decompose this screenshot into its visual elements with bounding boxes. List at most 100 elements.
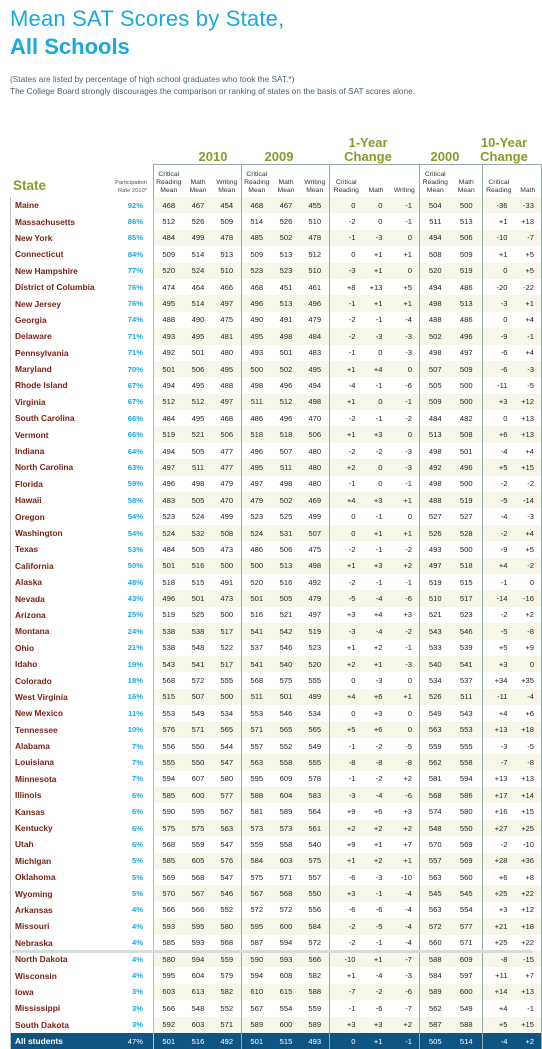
participation-rate: 25%	[101, 606, 154, 624]
state-name: Utah	[10, 836, 102, 853]
math-1yr-change: +1	[362, 655, 390, 673]
writing-1yr-change: -8	[389, 754, 420, 771]
cr-2000: 492	[419, 459, 451, 476]
math-2000: 586	[450, 787, 483, 804]
writing-2009: 523	[308, 643, 322, 653]
math-2009: 491	[279, 315, 293, 325]
participation-rate: 66%	[101, 410, 154, 427]
cr-2000: 570	[419, 836, 451, 853]
cr-2009: 516	[241, 606, 272, 624]
writing-1yr-change: 0	[407, 512, 412, 522]
writing-2009: 561	[300, 819, 330, 837]
cr-2000: 498	[419, 344, 451, 361]
cr-2010: 524	[153, 524, 184, 542]
cr-1yr-change: 0	[329, 197, 363, 214]
participation-rate: 7%	[101, 754, 154, 771]
math-2000: 571	[459, 938, 473, 948]
cr-2010: 484	[153, 410, 184, 427]
cr-2010: 593	[153, 918, 184, 935]
table-row: Utah 6% 568 559 547 559 558 540 +9 +1 +7 570 569 -2 -1…	[10, 836, 542, 853]
math-2000: 500	[459, 479, 473, 489]
math-1yr-change: -1	[375, 577, 383, 587]
writing-2009: 564	[308, 807, 322, 817]
table-row: Arizona 25% 519 525 500 516 521 497 +3 +4 +3 521 523…	[10, 606, 542, 624]
table-row: Texas 53% 484 505 473 486 506 475 -2 -1 -2 493 500 -9…	[10, 541, 542, 558]
math-1yr-change: -1	[375, 512, 383, 522]
writing-1yr-change: -4	[389, 885, 420, 902]
writing-2009: 519	[300, 623, 330, 640]
state-name: Kansas	[10, 803, 102, 820]
cr-2000: 498	[419, 295, 451, 312]
math-2010: 505	[191, 544, 205, 554]
col-2009-math: Math Mean	[271, 164, 301, 197]
table-row: Pennsylvania 71% 492 501 480 493 501 483 -1 0 -3 49…	[10, 344, 542, 361]
cr-2000: 497	[419, 557, 451, 574]
cr-2010: 518	[153, 573, 184, 591]
state-name: Maine	[10, 197, 102, 214]
math-2009: 515	[271, 1032, 301, 1049]
math-2000: 543	[459, 708, 473, 718]
math-2010: 505	[191, 446, 205, 456]
cr-2009: 500	[241, 360, 272, 378]
writing-2009: 499	[308, 512, 322, 522]
math-2010: 571	[183, 721, 213, 738]
state-name: Oklahoma	[10, 869, 102, 886]
math-10yr-change: +15	[514, 1016, 542, 1033]
writing-2009: 512	[308, 249, 322, 259]
table-row: Kansas 6% 590 595 567 581 589 564 +9 +6 +3 574 580 +1…	[10, 803, 542, 820]
writing-1yr-change: 0	[407, 708, 412, 718]
math-10yr-change: +4	[514, 311, 542, 329]
cr-1yr-change: +1	[329, 639, 363, 656]
cr-2009: 485	[241, 229, 272, 247]
writing-1yr-change: +3	[403, 807, 412, 817]
state-name: North Carolina	[10, 459, 102, 476]
col-2010-math: Math Mean	[183, 164, 213, 197]
math-2000: 545	[450, 885, 483, 902]
cr-10yr-change: +4	[482, 1000, 515, 1017]
cr-10yr-change: -3	[482, 295, 515, 312]
cr-2000: 545	[419, 885, 451, 902]
cr-2000: 509	[419, 393, 451, 411]
cr-1yr-change: -1	[329, 1000, 363, 1017]
group-header-2000: 2000	[430, 149, 460, 164]
math-1yr-change: 0	[378, 217, 383, 227]
math-2010: 511	[183, 459, 213, 476]
participation-rate: 5%	[101, 885, 154, 902]
group-header-1yr-line1: 1-Year	[348, 135, 388, 150]
math-10yr-change: +13	[514, 426, 542, 443]
participation-rate: 5%	[101, 852, 154, 870]
math-10yr-change: -16	[514, 590, 542, 607]
math-1yr-change: -1	[362, 885, 390, 902]
writing-2009: 480	[300, 459, 330, 476]
cr-2000: 589	[419, 983, 451, 1001]
col-2010-writing: Writing Mean	[212, 164, 242, 197]
cr-10yr-change: -11	[482, 688, 515, 706]
writing-2010: 454	[212, 197, 242, 214]
table-row: Indiana 64% 494 505 477 496 507 480 -2 -2 -3 498 501…	[10, 442, 542, 460]
math-1yr-change: +3	[362, 557, 390, 574]
writing-2009: 575	[300, 852, 330, 870]
cr-2009: 541	[241, 623, 272, 640]
math-1yr-change: -2	[362, 983, 390, 1001]
math-1yr-change: -8	[362, 754, 390, 771]
writing-2010: 508	[212, 524, 242, 542]
math-10yr-change: -33	[514, 197, 542, 214]
math-2000: 506	[450, 229, 483, 247]
table-row: Maryland 70% 501 506 495 500 502 495 +1 +4 0 507 509…	[10, 360, 542, 378]
math-2009: 502	[271, 492, 301, 509]
state-name: Virginia	[10, 393, 102, 411]
writing-2010: 500	[212, 688, 242, 706]
cr-2009: 468	[241, 278, 272, 296]
participation-rate: 92%	[101, 197, 154, 214]
writing-1yr-change: +1	[403, 249, 412, 259]
cr-2000: 488	[419, 311, 451, 329]
writing-2010: 497	[212, 393, 242, 411]
state-name: Minnesota	[10, 770, 102, 788]
math-2000: 528	[450, 524, 483, 542]
table-row: District of Columbia 76% 474 464 466 468 451 46…	[10, 278, 542, 296]
math-10yr-change: +35	[514, 672, 542, 689]
cr-10yr-change: +3	[482, 393, 515, 411]
table-row: Oregon 54% 523 524 499 523 525 499 0 -1 0 527 527 -4-…	[10, 508, 542, 525]
math-2009: 546	[279, 708, 293, 718]
math-2000: 500	[459, 380, 473, 390]
